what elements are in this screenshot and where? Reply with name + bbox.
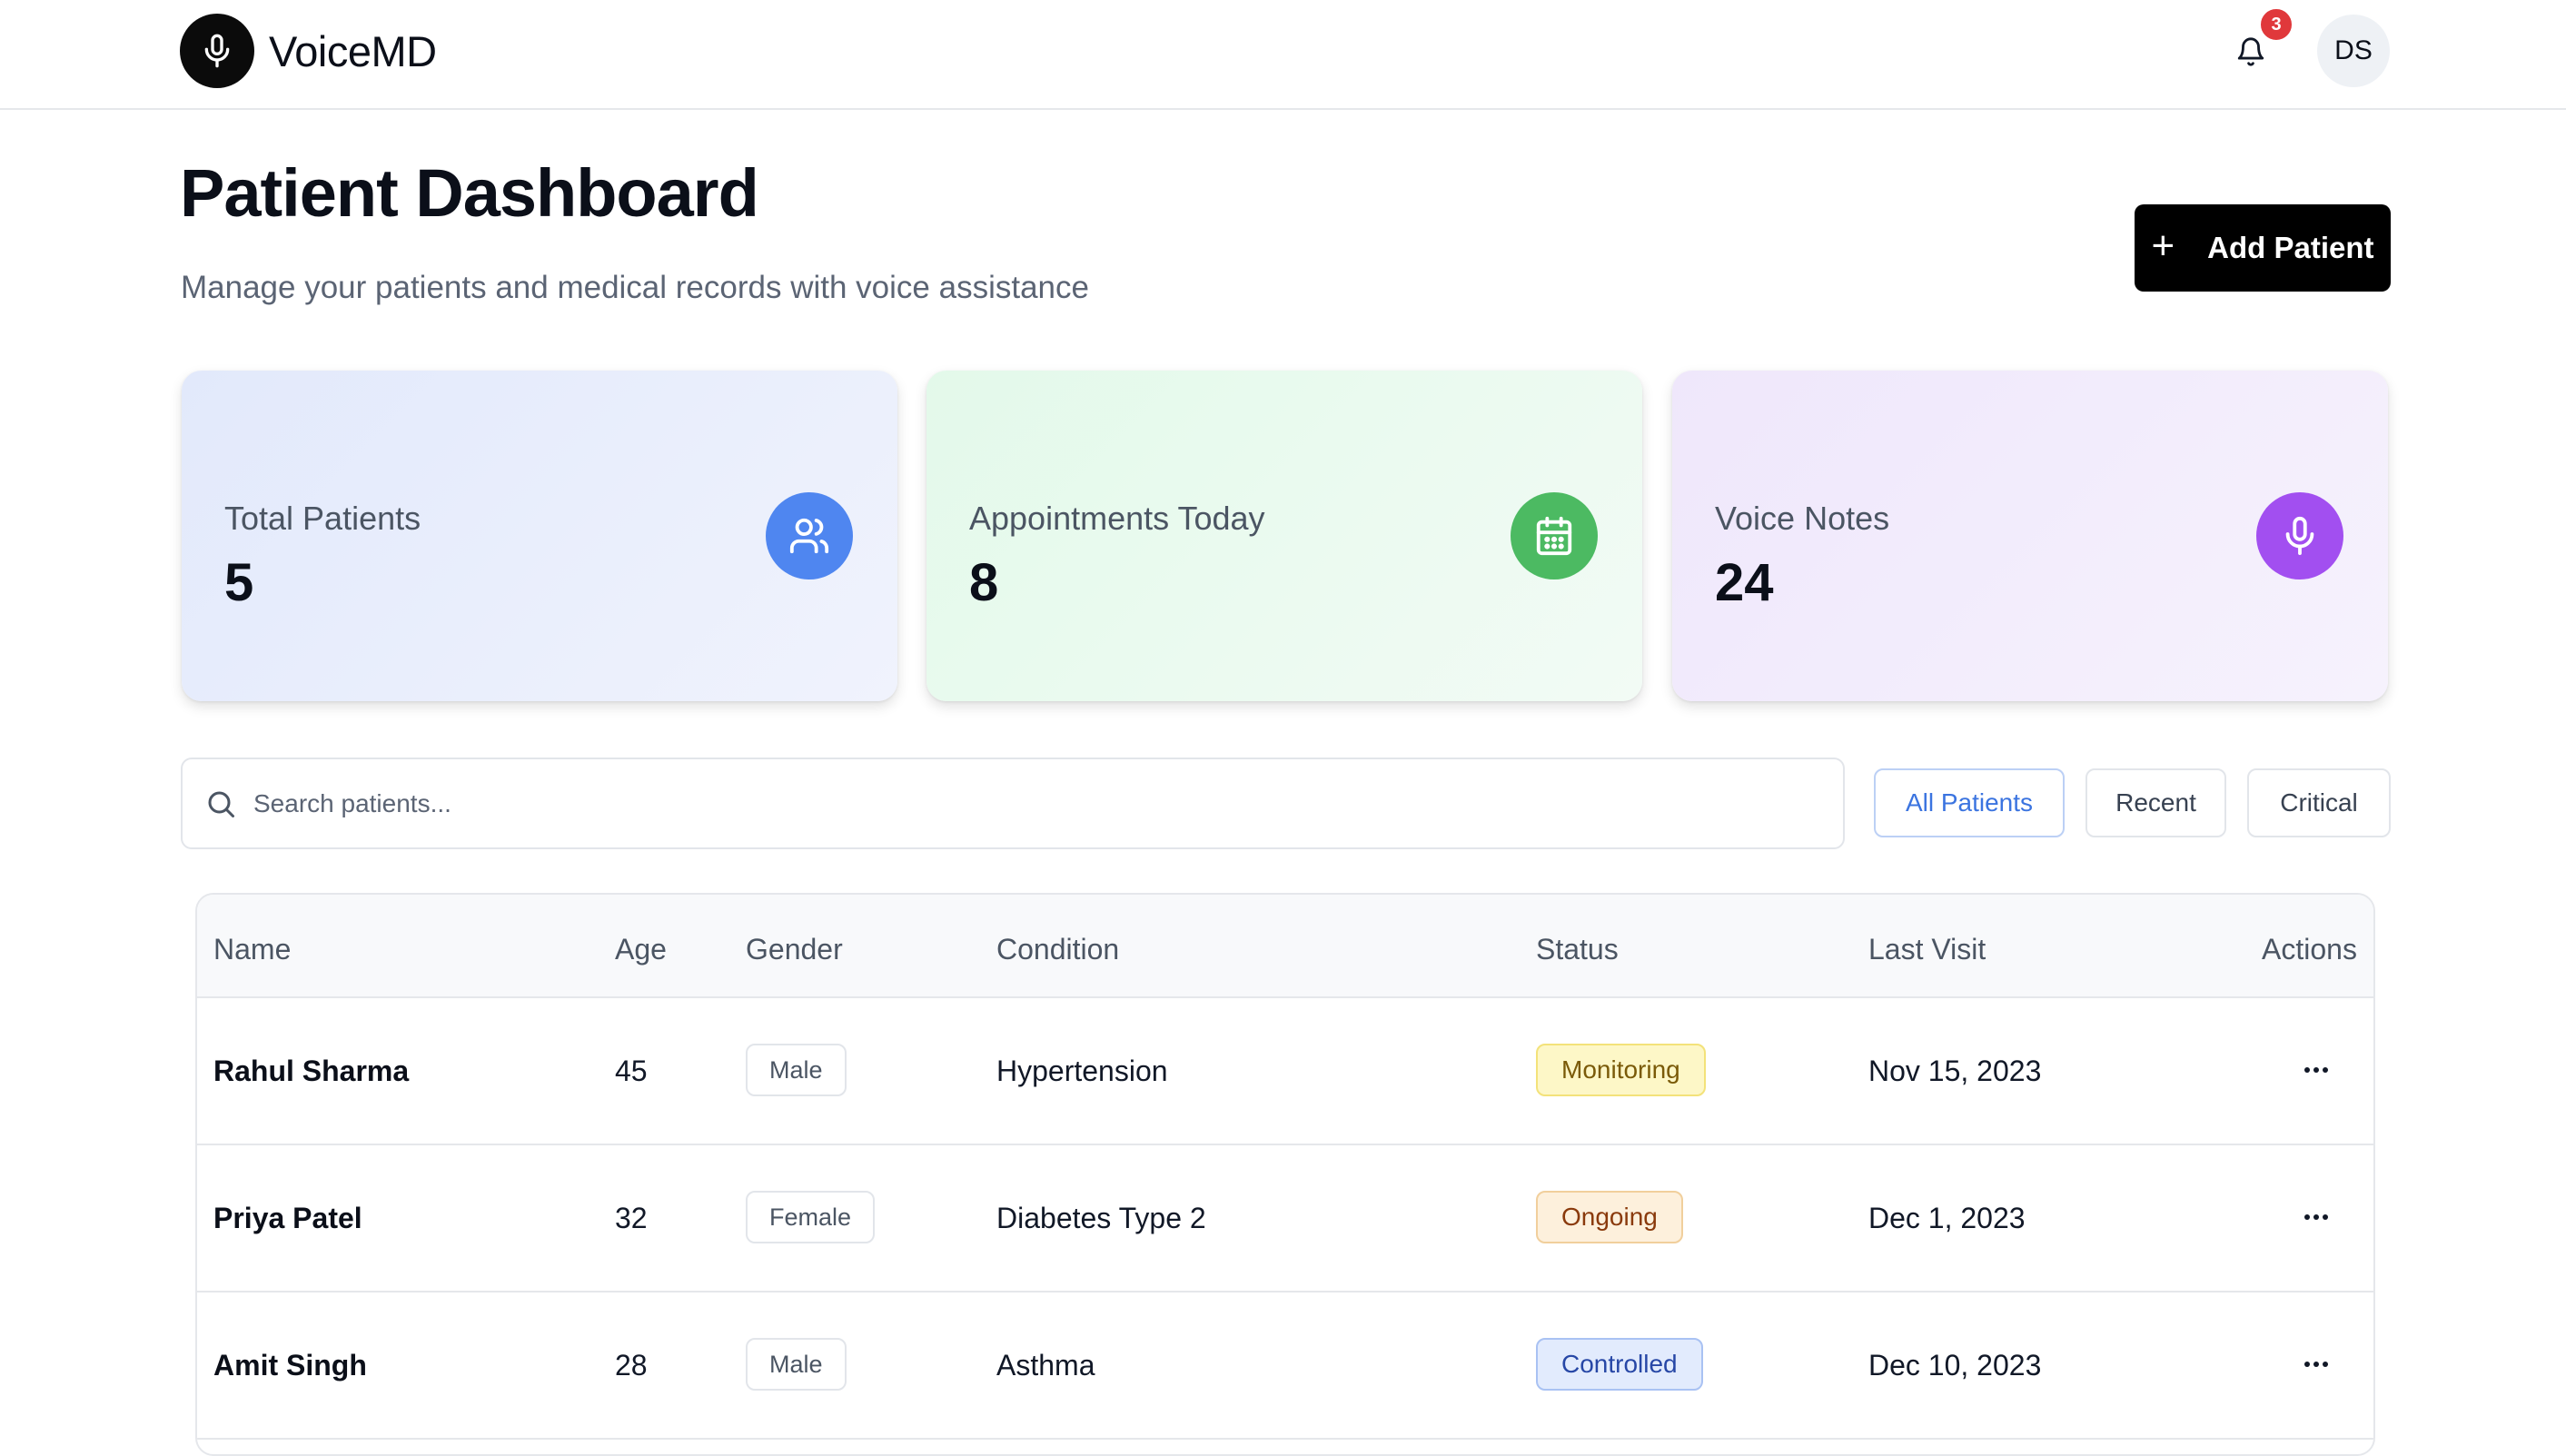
add-patient-button[interactable]: + Add Patient bbox=[2135, 204, 2391, 292]
stat-value: 8 bbox=[969, 553, 999, 612]
stat-card-total-patients: Total Patients 5 bbox=[182, 371, 897, 701]
stat-label: Voice Notes bbox=[1715, 500, 1890, 537]
user-avatar[interactable]: DS bbox=[2317, 15, 2390, 87]
patient-name[interactable]: Rahul Sharma bbox=[213, 1055, 409, 1088]
last-visit-date: Dec 10, 2023 bbox=[1868, 1349, 2042, 1382]
gender-badge: Male bbox=[746, 1044, 847, 1096]
ellipsis-icon bbox=[2303, 1067, 2330, 1073]
stat-value: 5 bbox=[224, 553, 254, 612]
status-badge: Controlled bbox=[1536, 1338, 1703, 1391]
top-navbar: VoiceMD 3 DS bbox=[0, 0, 2566, 110]
add-patient-label: Add Patient bbox=[2207, 231, 2374, 264]
last-visit-date: Dec 1, 2023 bbox=[1868, 1202, 2026, 1234]
search-icon bbox=[204, 787, 239, 821]
column-header-condition[interactable]: Condition bbox=[996, 933, 1119, 966]
app-logo[interactable]: VoiceMD bbox=[180, 14, 437, 88]
stat-label: Appointments Today bbox=[969, 500, 1265, 537]
column-header-actions: Actions bbox=[2262, 933, 2357, 966]
patient-age: 45 bbox=[615, 1055, 648, 1087]
patients-table: Name Age Gender Condition Status Last Vi… bbox=[195, 893, 2375, 1456]
stat-label: Total Patients bbox=[224, 500, 421, 537]
more-actions-button[interactable] bbox=[2294, 1342, 2339, 1387]
status-badge: Ongoing bbox=[1536, 1191, 1683, 1243]
filter-recent[interactable]: Recent bbox=[2085, 768, 2226, 837]
plus-icon: + bbox=[2151, 223, 2175, 268]
ellipsis-icon bbox=[2303, 1362, 2330, 1367]
filter-critical[interactable]: Critical bbox=[2247, 768, 2391, 837]
column-header-gender[interactable]: Gender bbox=[746, 933, 843, 966]
table-row[interactable]: Amit Singh 28 Male Asthma Controlled Dec… bbox=[197, 1293, 2373, 1440]
stat-card-appointments-today: Appointments Today 8 bbox=[926, 371, 1642, 701]
patient-condition: Asthma bbox=[996, 1349, 1095, 1382]
gender-badge: Male bbox=[746, 1338, 847, 1391]
table-row[interactable]: Rahul Sharma 45 Male Hypertension Monito… bbox=[197, 998, 2373, 1145]
more-actions-button[interactable] bbox=[2294, 1194, 2339, 1240]
status-badge: Monitoring bbox=[1536, 1044, 1706, 1096]
column-header-last-visit[interactable]: Last Visit bbox=[1868, 933, 1986, 966]
table-header: Name Age Gender Condition Status Last Vi… bbox=[197, 895, 2373, 998]
table-row[interactable]: Priya Patel 32 Female Diabetes Type 2 On… bbox=[197, 1145, 2373, 1293]
notification-count-badge: 3 bbox=[2258, 6, 2294, 43]
calendar-icon bbox=[1511, 492, 1598, 579]
column-header-age[interactable]: Age bbox=[615, 933, 667, 966]
stat-card-voice-notes: Voice Notes 24 bbox=[1672, 371, 2388, 701]
filter-all-patients[interactable]: All Patients bbox=[1874, 768, 2065, 837]
column-header-name[interactable]: Name bbox=[213, 933, 291, 966]
patient-age: 32 bbox=[615, 1202, 648, 1234]
users-icon bbox=[766, 492, 853, 579]
patient-name[interactable]: Amit Singh bbox=[213, 1349, 367, 1382]
gender-badge: Female bbox=[746, 1191, 876, 1243]
ellipsis-icon bbox=[2303, 1214, 2330, 1220]
patient-name[interactable]: Priya Patel bbox=[213, 1202, 362, 1235]
bell-icon bbox=[2237, 37, 2264, 66]
patient-condition: Hypertension bbox=[996, 1055, 1168, 1087]
microphone-icon bbox=[2256, 492, 2343, 579]
more-actions-button[interactable] bbox=[2294, 1047, 2339, 1093]
app-name: VoiceMD bbox=[269, 26, 437, 75]
page-title: Patient Dashboard bbox=[180, 155, 759, 231]
search-bar bbox=[181, 758, 1845, 849]
last-visit-date: Nov 15, 2023 bbox=[1868, 1055, 2042, 1087]
column-header-status[interactable]: Status bbox=[1536, 933, 1619, 966]
microphone-icon bbox=[180, 14, 254, 88]
patient-age: 28 bbox=[615, 1349, 648, 1382]
stat-value: 24 bbox=[1715, 553, 1774, 612]
search-input[interactable] bbox=[253, 788, 1707, 818]
page-subtitle: Manage your patients and medical records… bbox=[181, 270, 1089, 305]
patient-condition: Diabetes Type 2 bbox=[996, 1202, 1206, 1234]
